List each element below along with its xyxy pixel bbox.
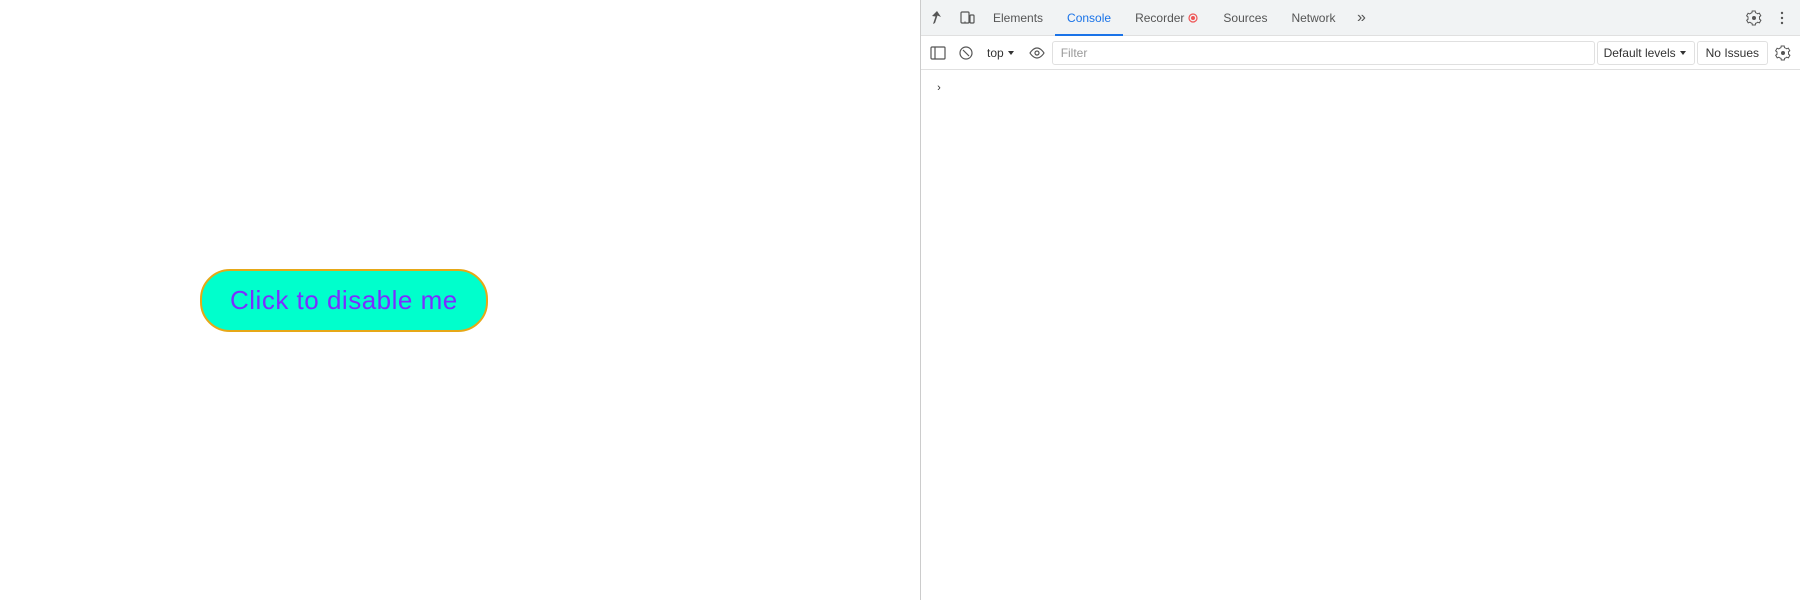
disable-button[interactable]: Click to disable me [200,269,488,332]
tab-recorder[interactable]: Recorder [1123,0,1211,36]
console-expand-chevron[interactable]: › [929,78,949,98]
top-context-label: top [987,46,1004,60]
tab-sources[interactable]: Sources [1211,0,1279,36]
eye-icon-button[interactable] [1024,40,1050,66]
device-toggle-button[interactable] [953,4,981,32]
tab-console[interactable]: Console [1055,0,1123,36]
console-settings-button[interactable] [1770,40,1796,66]
console-bar: top Default levels No Issues [921,36,1800,70]
no-issues-button[interactable]: No Issues [1697,41,1768,65]
filter-container [1052,41,1595,65]
devtools-panel: Elements Console Recorder Sources Networ… [920,0,1800,600]
console-content: › [921,70,1800,600]
devtools-toolbar: Elements Console Recorder Sources Networ… [921,0,1800,36]
devtools-settings-button[interactable] [1740,4,1768,32]
top-context-selector[interactable]: top [981,42,1022,64]
devtools-more-menu-button[interactable] [1768,4,1796,32]
webpage-area: Click to disable me [0,0,920,600]
default-levels-button[interactable]: Default levels [1597,41,1695,65]
default-levels-chevron-icon [1678,48,1688,58]
clear-console-button[interactable] [953,40,979,66]
console-sidebar-toggle[interactable] [925,40,951,66]
tab-network[interactable]: Network [1279,0,1347,36]
more-tabs-button[interactable]: » [1347,4,1375,32]
no-issues-label: No Issues [1706,46,1759,60]
inspect-icon-button[interactable] [925,4,953,32]
tab-elements[interactable]: Elements [981,0,1055,36]
chevron-down-icon [1006,48,1016,58]
filter-input[interactable] [1057,42,1590,64]
default-levels-label: Default levels [1604,46,1676,60]
